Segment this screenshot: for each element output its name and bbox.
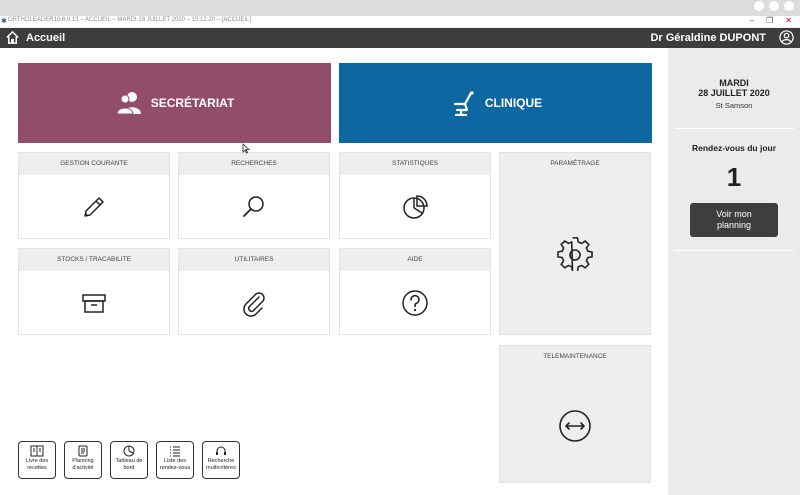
headset-icon bbox=[216, 446, 226, 455]
shortcut-label: Liste des rendez-vous bbox=[159, 458, 191, 471]
shortcut-label: Livre des recettes bbox=[25, 458, 49, 471]
user-name: Dr Géraldine DUPONT bbox=[650, 32, 766, 44]
shortcut-recherche-multicriteres[interactable]: Recherche multicritères bbox=[202, 441, 240, 479]
clinique-button[interactable]: CLINIQUE bbox=[339, 63, 652, 143]
mouse-cursor-icon bbox=[242, 143, 250, 154]
tile-title: PARAMÉTRAGE bbox=[500, 153, 650, 175]
tile-title: GESTION COURANTE bbox=[19, 153, 169, 175]
side-location: St Samson bbox=[715, 101, 753, 110]
shortcut-planning-activite[interactable]: Planning d'activité bbox=[64, 441, 102, 479]
list-icon bbox=[170, 446, 180, 457]
tile-stocks-tracabilite[interactable]: STOCKS / TRACABILITE bbox=[18, 248, 170, 335]
window-dot-3[interactable] bbox=[784, 1, 794, 11]
close-button[interactable]: ✕ bbox=[785, 16, 792, 25]
users-icon bbox=[116, 92, 141, 115]
side-panel: MARDI 28 JUILLET 2020 St Samson Rendez-v… bbox=[668, 48, 800, 495]
side-date: 28 JUILLET 2020 bbox=[698, 88, 770, 98]
user-icon[interactable] bbox=[779, 30, 794, 45]
tile-gestion-courante[interactable]: GESTION COURANTE bbox=[18, 152, 170, 239]
main-area: SECRÉTARIAT CLINIQUE GESTION COURANTE RE… bbox=[0, 48, 668, 495]
window-title: ORTHOLEADER10.6.0.13 – ACCUEIL – MARDI 2… bbox=[8, 17, 252, 23]
shortcut-label: Planning d'activité bbox=[72, 458, 94, 471]
shortcut-label: Recherche multicritères bbox=[206, 458, 236, 471]
tile-title: RECHERCHES bbox=[179, 153, 329, 175]
tile-title: STATISTIQUES bbox=[340, 153, 490, 175]
tile-title: AIDE bbox=[340, 249, 490, 271]
shortcut-liste-rendez-vous[interactable]: Liste des rendez-vous bbox=[156, 441, 194, 479]
rdv-label: Rendez-vous du jour bbox=[691, 143, 777, 153]
help-icon bbox=[402, 290, 428, 316]
tile-title: STOCKS / TRACABILITE bbox=[19, 249, 169, 271]
minimize-button[interactable]: – bbox=[750, 16, 754, 25]
divider bbox=[674, 128, 794, 129]
book-icon bbox=[30, 445, 44, 457]
shortcut-bar: Livre des recettes Planning d'activité Tab… bbox=[18, 441, 240, 479]
window-titlebar: ✱ ORTHOLEADER10.6.0.13 – ACCUEIL – MARDI… bbox=[0, 16, 800, 28]
gear-icon bbox=[557, 237, 593, 272]
secretariat-label: SECRÉTARIAT bbox=[150, 96, 235, 110]
dental-chair-icon bbox=[453, 91, 474, 116]
clinique-label: CLINIQUE bbox=[484, 96, 543, 110]
app-logo-icon: ✱ bbox=[1, 18, 7, 25]
tile-parametrage[interactable]: PARAMÉTRAGE bbox=[499, 152, 651, 335]
archive-box-icon bbox=[82, 294, 106, 313]
page-title: Accueil bbox=[26, 32, 66, 44]
side-day: MARDI bbox=[719, 78, 749, 88]
divider bbox=[674, 250, 794, 251]
rdv-count: 1 bbox=[726, 162, 742, 192]
shortcut-tableau-bord[interactable]: Tableau de bord bbox=[110, 441, 148, 479]
app-header: Accueil Dr Géraldine DUPONT bbox=[0, 28, 800, 48]
search-icon bbox=[243, 196, 264, 217]
window-dot-2[interactable] bbox=[769, 1, 779, 11]
tile-utilitaires[interactable]: UTILITAIRES bbox=[178, 248, 330, 335]
secretariat-button[interactable]: SECRÉTARIAT bbox=[18, 63, 331, 143]
paperclip-icon bbox=[243, 292, 265, 317]
home-icon[interactable] bbox=[5, 30, 20, 45]
shortcut-livre-recettes[interactable]: Livre des recettes bbox=[18, 441, 56, 479]
view-planning-button[interactable]: Voir mon planning bbox=[690, 203, 778, 237]
shortcut-label: Tableau de bord bbox=[115, 458, 143, 471]
window-dot-1[interactable] bbox=[754, 1, 764, 11]
tile-aide[interactable]: AIDE bbox=[339, 248, 491, 335]
pie-chart-icon bbox=[403, 195, 428, 219]
tile-statistiques[interactable]: STATISTIQUES bbox=[339, 152, 491, 239]
planning-icon bbox=[78, 445, 88, 457]
tile-telemaintenance[interactable]: TELEMAINTENANCE bbox=[499, 345, 651, 483]
os-window-bar bbox=[0, 0, 800, 16]
arrows-horizontal-icon bbox=[559, 409, 591, 442]
dashboard-pie-icon bbox=[123, 445, 135, 457]
tile-title: TELEMAINTENANCE bbox=[500, 346, 650, 368]
pencil-icon bbox=[84, 197, 104, 217]
restore-button[interactable]: ❐ bbox=[766, 16, 773, 25]
tile-recherches[interactable]: RECHERCHES bbox=[178, 152, 330, 239]
tile-title: UTILITAIRES bbox=[179, 249, 329, 271]
